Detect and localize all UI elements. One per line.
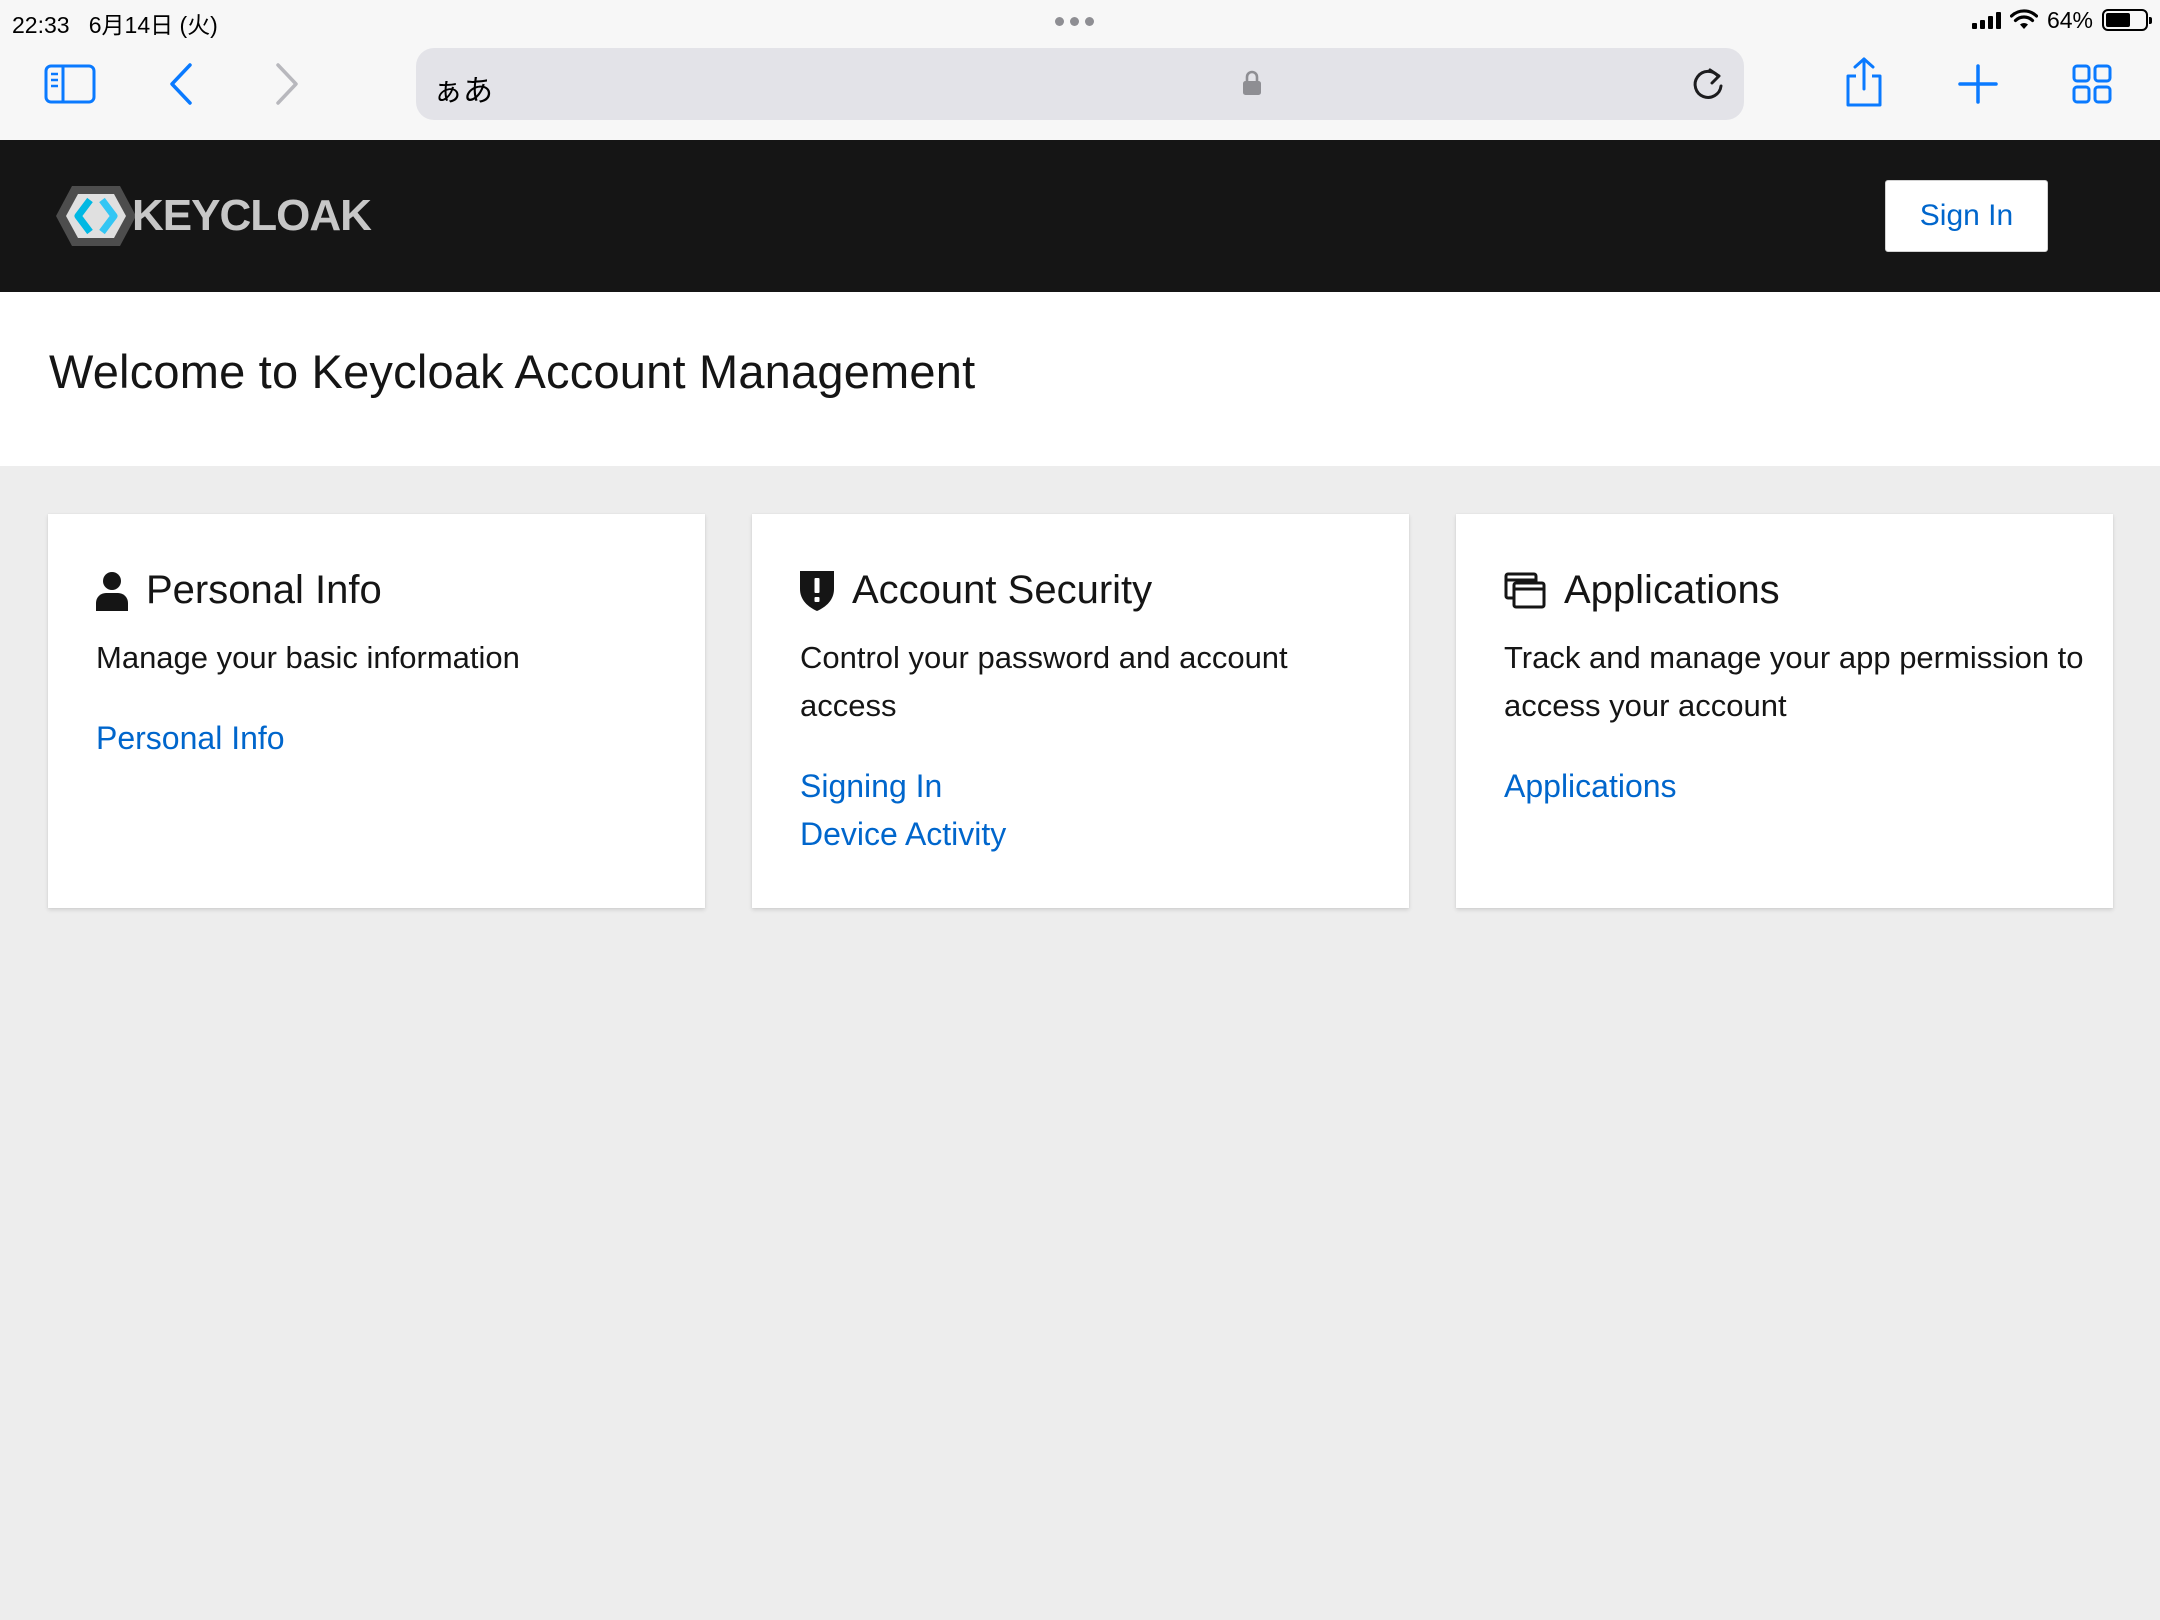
card-links: Signing In Device Activity <box>800 762 1006 858</box>
card-account-security: Account Security Control your password a… <box>752 514 1409 908</box>
cellular-signal-icon <box>1971 11 2001 29</box>
card-title: Personal Info <box>146 568 382 612</box>
shield-alert-icon <box>800 570 834 611</box>
forward-icon[interactable] <box>274 62 300 106</box>
card-links: Applications <box>1504 762 1677 810</box>
card-header: Personal Info <box>96 568 382 613</box>
card-description: Manage your basic information <box>96 640 520 675</box>
device-activity-link[interactable]: Device Activity <box>800 810 1006 858</box>
keycloak-header: KEYCLOAK Sign In <box>0 140 2160 292</box>
tabs-overview-icon[interactable] <box>2072 64 2112 104</box>
page-title: Welcome to Keycloak Account Management <box>49 345 976 398</box>
new-tab-icon[interactable] <box>1958 64 1998 104</box>
card-header: Applications <box>1504 568 1780 613</box>
status-indicators: 64% <box>1971 4 2152 36</box>
card-header: Account Security <box>800 568 1152 613</box>
multitasking-handle[interactable] <box>1055 17 1094 26</box>
keycloak-logo-icon <box>56 186 136 246</box>
share-icon[interactable] <box>1842 56 1886 108</box>
battery-icon <box>2102 9 2152 31</box>
back-icon[interactable] <box>168 62 194 106</box>
reload-icon[interactable] <box>1688 64 1728 109</box>
battery-percent: 64% <box>2046 6 2093 33</box>
user-icon <box>96 571 128 611</box>
personal-info-link[interactable]: Personal Info <box>96 714 285 762</box>
card-personal-info: Personal Info Manage your basic informat… <box>48 514 705 908</box>
applications-link[interactable]: Applications <box>1504 762 1677 810</box>
sidebar-icon[interactable] <box>44 64 96 104</box>
card-title: Account Security <box>852 568 1153 612</box>
card-applications: Applications Track and manage your app p… <box>1456 514 2113 908</box>
browser-chrome: 22:33 6月14日 (火) 64% ぁあ <box>0 0 2160 140</box>
lock-icon <box>1242 70 1262 101</box>
card-links: Personal Info <box>96 714 285 762</box>
address-bar[interactable]: ぁあ <box>416 48 1744 120</box>
applications-icon <box>1504 572 1546 608</box>
status-time-text: 22:33 <box>12 12 70 38</box>
card-description: Control your password and account access <box>800 640 1288 723</box>
keycloak-logo[interactable]: KEYCLOAK <box>56 184 372 248</box>
status-date-text: 6月14日 (火) <box>88 12 218 38</box>
status-time: 22:33 6月14日 (火) <box>12 6 218 40</box>
welcome-banner: Welcome to Keycloak Account Management <box>0 292 2160 466</box>
card-description: Track and manage your app permission to … <box>1504 640 2084 723</box>
card-title: Applications <box>1564 568 1780 612</box>
address-bar-text[interactable]: ぁあ <box>433 66 493 110</box>
wifi-icon <box>2009 9 2038 29</box>
keycloak-wordmark: KEYCLOAK <box>132 191 372 240</box>
sign-in-button[interactable]: Sign In <box>1885 180 2048 252</box>
signing-in-link[interactable]: Signing In <box>800 762 1006 810</box>
